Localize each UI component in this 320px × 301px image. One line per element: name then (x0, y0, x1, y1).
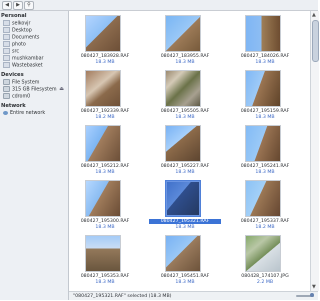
file-size: 18.3 MB (175, 280, 195, 285)
section-network: Network (1, 103, 26, 109)
sidebar-item-filesystem[interactable]: File System (3, 79, 67, 86)
photo-thumbnail (85, 235, 121, 272)
file-tile[interactable]: 080427_195353.RAF 18.3 MB (69, 235, 129, 288)
photo-thumbnail (165, 15, 201, 52)
file-name: 080427_192339.RAF (80, 109, 130, 114)
photo-thumbnail (245, 180, 281, 217)
file-name: 080427_195227.RAF (160, 164, 210, 169)
file-name: 080427_195212.RAF (80, 164, 130, 169)
scroll-down-arrow-icon[interactable]: ▼ (312, 284, 316, 290)
folder-icon (3, 41, 10, 47)
file-name: 080427_183928.RAF (80, 54, 130, 59)
sidebar: Personal selkovjr Desktop Documents phot… (0, 11, 69, 300)
eject-icon[interactable]: ⏏ (59, 86, 64, 93)
cdrom-icon (3, 93, 10, 99)
file-tile[interactable]: 080427_184026.RAF 18.3 MB (229, 15, 289, 68)
file-name: 080427_195337.RAF (240, 219, 290, 224)
photo-thumbnail (245, 70, 281, 107)
file-size: 18.2 MB (95, 115, 115, 120)
sidebar-item-src[interactable]: src (3, 48, 67, 55)
section-personal: Personal (1, 13, 27, 19)
back-button[interactable]: ◀ (2, 1, 12, 10)
sidebar-item-315gb[interactable]: 315 GB Filesystem ⏏ (3, 86, 67, 93)
file-name: 080427_184026.RAF (240, 54, 290, 59)
file-tile[interactable]: 080427_195227.RAF 18.3 MB (149, 125, 209, 178)
file-size: 18.3 MB (95, 225, 115, 230)
photo-thumbnail (165, 70, 201, 107)
file-tile[interactable]: 080427_195337.RAF 18.2 MB (229, 180, 289, 233)
file-size: 18.3 MB (95, 280, 115, 285)
photo-thumbnail (85, 180, 121, 217)
scroll-up-arrow-icon[interactable]: ▲ (312, 12, 316, 18)
file-name: 080427_195300.RAF (80, 219, 130, 224)
photo-thumbnail (165, 125, 201, 162)
toolbar: ◀ ▶ ⚲ (0, 0, 318, 11)
scroll-thumb[interactable] (312, 20, 319, 62)
file-name: 080427_195159.RAF (240, 109, 290, 114)
sidebar-item-selkovjr[interactable]: selkovjr (3, 20, 67, 27)
sidebar-item-mushkambar[interactable]: mushkambar (3, 55, 67, 62)
file-name: 080427_195321.RAF (149, 219, 221, 224)
file-tile[interactable]: 080427_183928.RAF 18.3 MB (69, 15, 129, 68)
desktop-icon (3, 27, 10, 33)
drive-icon (3, 79, 10, 85)
file-name: 080427_195505.RAF (160, 109, 210, 114)
file-tile[interactable]: 080427_195505.RAF 18.3 MB (149, 70, 209, 123)
file-size: 18.2 MB (255, 225, 275, 230)
file-tile[interactable]: 080427_183955.RAF 18.3 MB (149, 15, 209, 68)
file-name: 080427_195451.RAF (160, 274, 210, 279)
file-tile[interactable]: 080427_195159.RAF 18.3 MB (229, 70, 289, 123)
file-name: 080428_174107.JPG (241, 274, 289, 279)
drive-icon (3, 86, 10, 92)
vertical-scrollbar[interactable]: ▲ ▼ (310, 11, 319, 291)
file-size: 18.3 MB (175, 170, 195, 175)
file-tile[interactable]: 080427_192339.RAF 18.2 MB (69, 70, 129, 123)
file-size: 18.3 MB (255, 60, 275, 65)
sidebar-item-cdrom0[interactable]: cdrom0 (3, 93, 67, 100)
file-tile[interactable]: 080427_195212.RAF 18.3 MB (69, 125, 129, 178)
sidebar-item-entire-network[interactable]: Entire network (3, 110, 67, 117)
file-tile[interactable]: 080427_195241.RAF 18.3 MB (229, 125, 289, 178)
search-button[interactable]: ⚲ (24, 1, 34, 10)
file-tile[interactable]: 080428_174107.JPG 2.2 MB (229, 235, 289, 288)
photo-thumbnail (85, 125, 121, 162)
file-size: 18.3 MB (255, 115, 275, 120)
file-size: 18.3 MB (175, 225, 195, 230)
file-tile-selected[interactable]: 080427_195321.RAF 18.3 MB (149, 180, 221, 233)
file-size: 18.3 MB (175, 115, 195, 120)
trash-icon (3, 62, 10, 68)
zoom-slider-handle[interactable] (310, 293, 314, 297)
file-name: 080427_195241.RAF (240, 164, 290, 169)
sidebar-item-documents[interactable]: Documents (3, 34, 67, 41)
file-name: 080427_195353.RAF (80, 274, 130, 279)
status-text: "080427_195321.RAF" selected (18.3 MB) (73, 294, 172, 299)
sidebar-item-wastebasket[interactable]: Wastebasket (3, 62, 67, 69)
home-folder-icon (3, 20, 10, 26)
file-size: 18.3 MB (95, 170, 115, 175)
file-name: 080427_183955.RAF (160, 54, 210, 59)
sidebar-item-photo[interactable]: photo (3, 41, 67, 48)
sidebar-item-desktop[interactable]: Desktop (3, 27, 67, 34)
folder-icon (3, 55, 10, 61)
folder-icon (3, 48, 10, 54)
file-grid: 080427_183928.RAF 18.3 MB 080427_183955.… (69, 11, 309, 291)
photo-thumbnail (165, 180, 201, 217)
folder-icon (3, 34, 10, 40)
forward-button[interactable]: ▶ (13, 1, 23, 10)
section-devices: Devices (1, 72, 24, 78)
file-size: 18.3 MB (255, 170, 275, 175)
photo-thumbnail (245, 125, 281, 162)
file-tile[interactable]: 080427_195300.RAF 18.3 MB (69, 180, 129, 233)
photo-thumbnail (245, 15, 281, 52)
status-bar: "080427_195321.RAF" selected (18.3 MB) (69, 291, 318, 300)
photo-thumbnail (245, 235, 281, 272)
file-tile[interactable]: 080427_195451.RAF 18.3 MB (149, 235, 209, 288)
photo-thumbnail (85, 15, 121, 52)
network-icon (3, 110, 8, 115)
file-size: 18.3 MB (95, 60, 115, 65)
photo-thumbnail (85, 70, 121, 107)
file-size: 2.2 MB (256, 280, 274, 285)
photo-thumbnail (165, 235, 201, 272)
file-size: 18.3 MB (175, 60, 195, 65)
